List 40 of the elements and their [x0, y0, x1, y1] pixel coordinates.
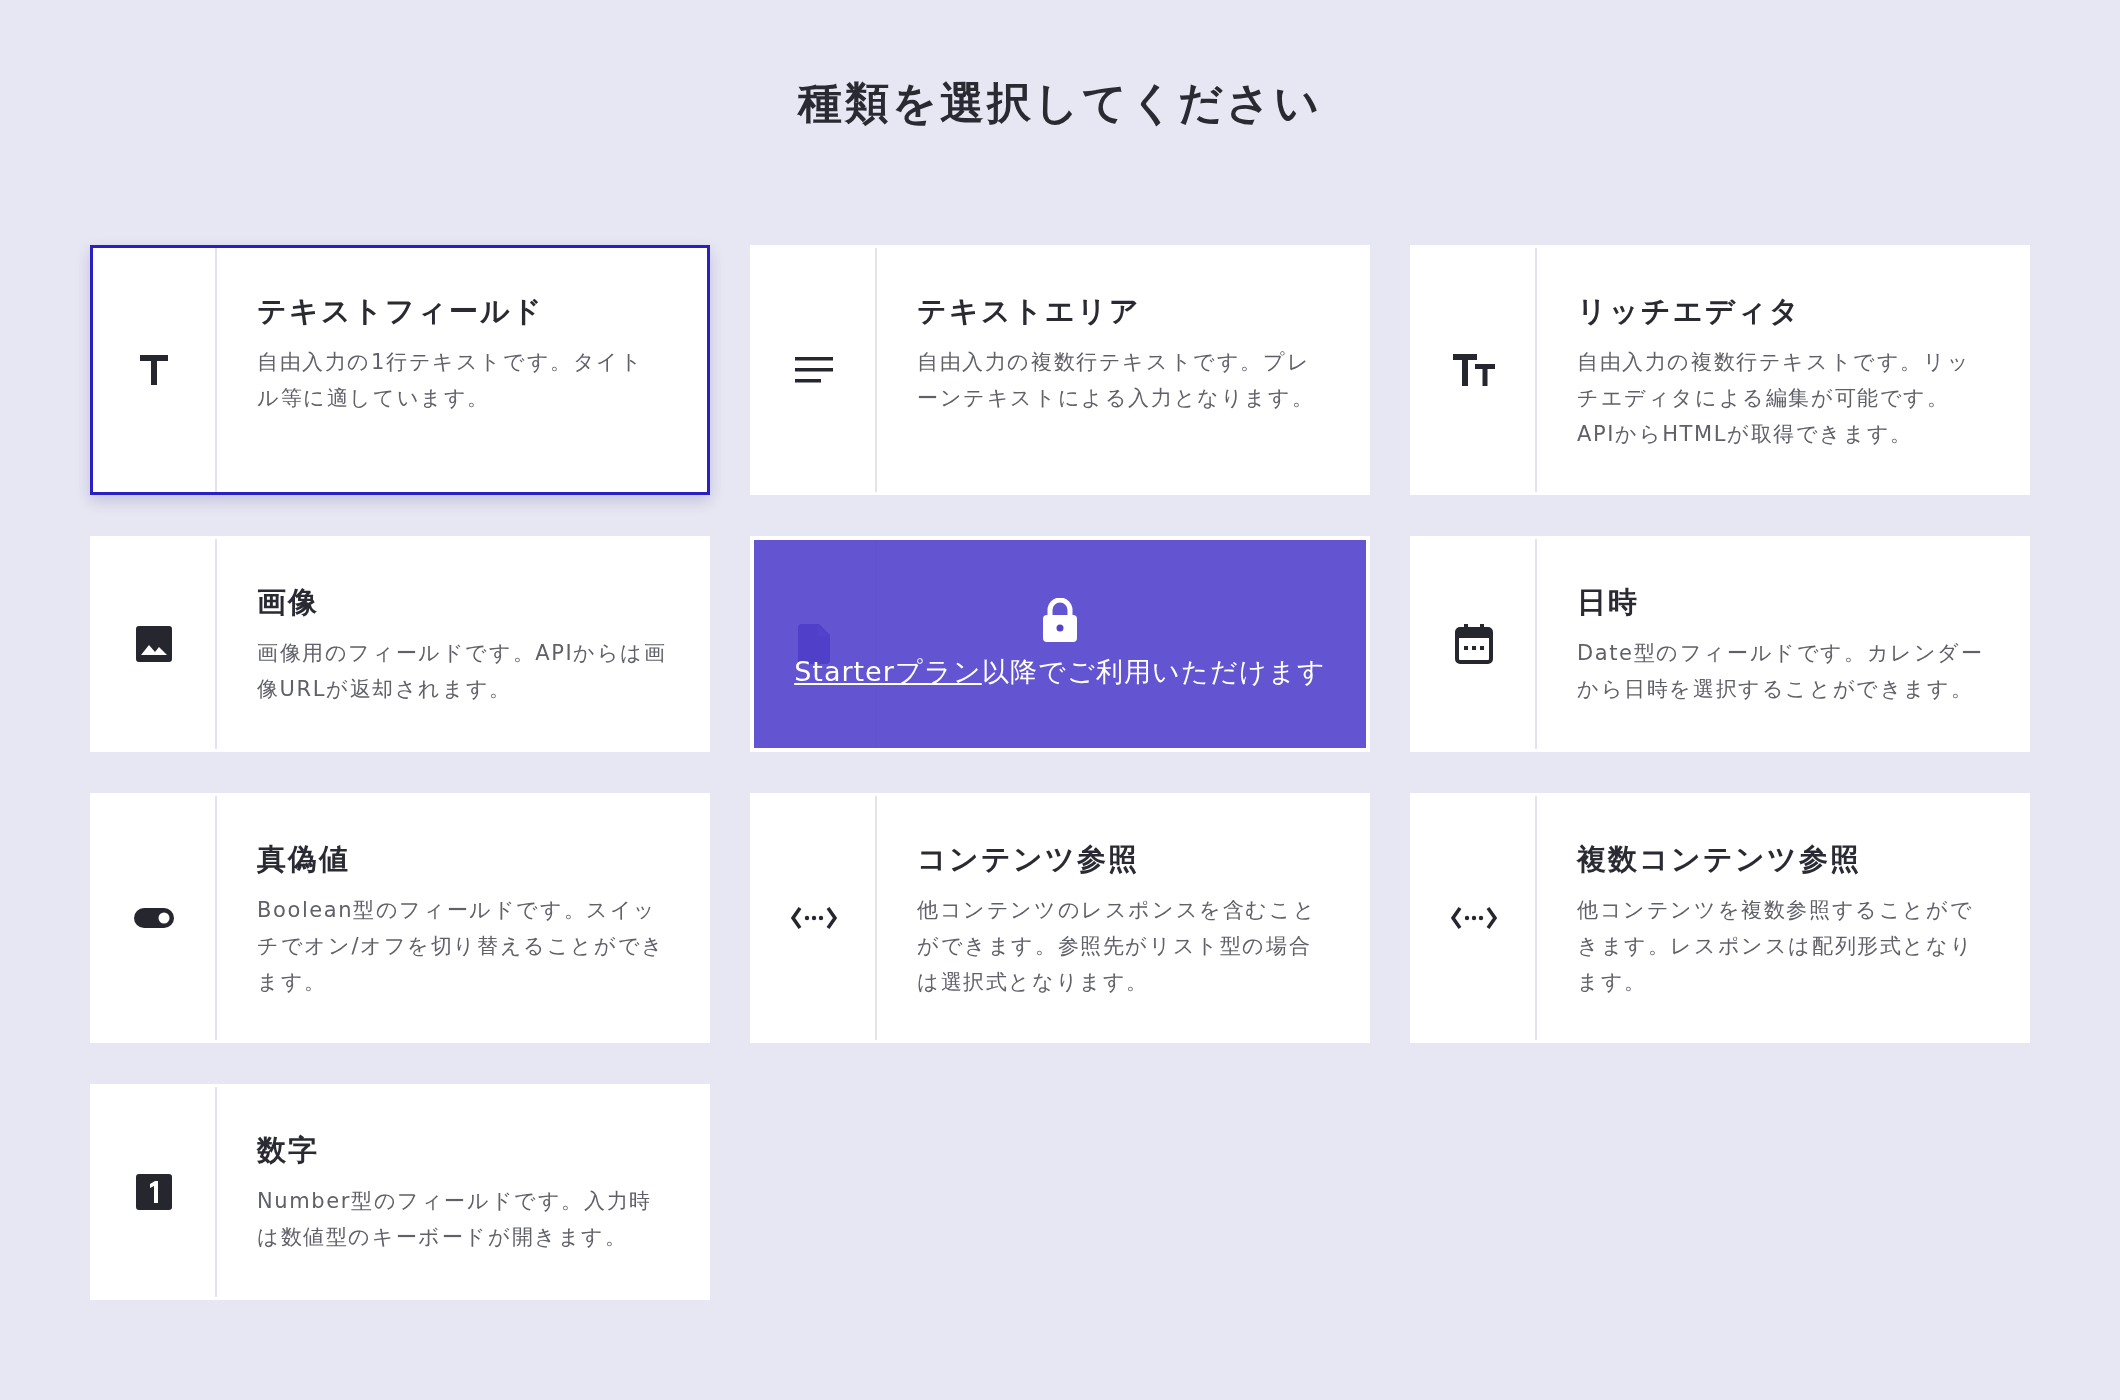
field-type-card[interactable]: リッチエディタ 自由入力の複数行テキストです。リッチエディタによる編集が可能です。APIからHTMLが取得できます。 — [1410, 245, 2030, 495]
reference-icon — [1451, 905, 1497, 931]
plan-link[interactable]: Starterプラン — [794, 656, 982, 687]
text-icon — [139, 354, 169, 386]
text-size-icon — [1453, 354, 1495, 386]
field-type-card[interactable]: 真偽値 Boolean型のフィールドです。スイッチでオン/オフを切り替えることができます。 — [90, 793, 710, 1043]
card-description: 他コンテンツのレスポンスを含むことができます。参照先がリスト型の場合は選択式となります。 — [917, 897, 1318, 996]
image-icon — [136, 626, 172, 662]
number-icon — [136, 1174, 172, 1210]
card-title: 真偽値 — [257, 841, 351, 878]
card-description: 他コンテンツを複数参照することができます。レスポンスは配列形式となります。 — [1577, 897, 1975, 996]
field-type-card[interactable]: テキストフィールド 自由入力の1行テキストです。タイトル等に適しています。 — [90, 245, 710, 495]
card-title: 数字 — [257, 1132, 320, 1169]
lock-icon — [1043, 598, 1077, 642]
lines-icon — [795, 357, 833, 383]
calendar-icon — [1455, 624, 1493, 664]
card-title: リッチエディタ — [1577, 293, 1802, 330]
card-title: 日時 — [1577, 584, 1640, 621]
card-description: Boolean型のフィールドです。スイッチでオン/オフを切り替えることができます。 — [257, 897, 666, 996]
card-title: 複数コンテンツ参照 — [1577, 841, 1862, 878]
upgrade-message: Starterプラン 以降でご利用いただけます — [794, 655, 1326, 689]
card-description: Date型のフィールドです。カレンダーから日時を選択することができます。 — [1577, 640, 1985, 703]
card-description: 自由入力の複数行テキストです。リッチエディタによる編集が可能です。APIからHTMLが取得できます。 — [1577, 349, 1972, 448]
card-description: Number型のフィールドです。入力時は数値型のキーボードが開きます。 — [257, 1188, 653, 1251]
field-type-card[interactable]: 数字 Number型のフィールドです。入力時は数値型のキーボードが開きます。 — [90, 1084, 710, 1300]
field-type-card[interactable]: コンテンツ参照 他コンテンツのレスポンスを含むことができます。参照先がリスト型の場合は選択式となります。 — [750, 793, 1370, 1043]
field-type-card[interactable]: テキストエリア 自由入力の複数行テキストです。プレーンテキストによる入力となります。 — [750, 245, 1370, 495]
card-description: 自由入力の複数行テキストです。プレーンテキストによる入力となります。 — [917, 349, 1316, 412]
toggle-icon — [134, 908, 174, 928]
page-heading: 種類を選択してください — [796, 76, 1323, 130]
card-description: 自由入力の1行テキストです。タイトル等に適しています。 — [257, 349, 645, 412]
reference-icon — [791, 905, 837, 931]
field-type-card[interactable]: 日時 Date型のフィールドです。カレンダーから日時を選択することができます。 — [1410, 536, 2030, 752]
field-type-card[interactable]: 画像 画像用のフィールドです。APIからは画像URLが返却されます。 — [90, 536, 710, 752]
card-title: テキストフィールド — [257, 293, 545, 330]
card-title: テキストエリア — [917, 293, 1142, 330]
field-type-card[interactable]: 複数コンテンツ参照 他コンテンツを複数参照することができます。レスポンスは配列形式となります。 — [1410, 793, 2030, 1043]
card-title: 画像 — [257, 584, 320, 621]
card-description: 画像用のフィールドです。APIからは画像URLが返却されます。 — [257, 640, 667, 703]
card-title: コンテンツ参照 — [917, 841, 1140, 878]
